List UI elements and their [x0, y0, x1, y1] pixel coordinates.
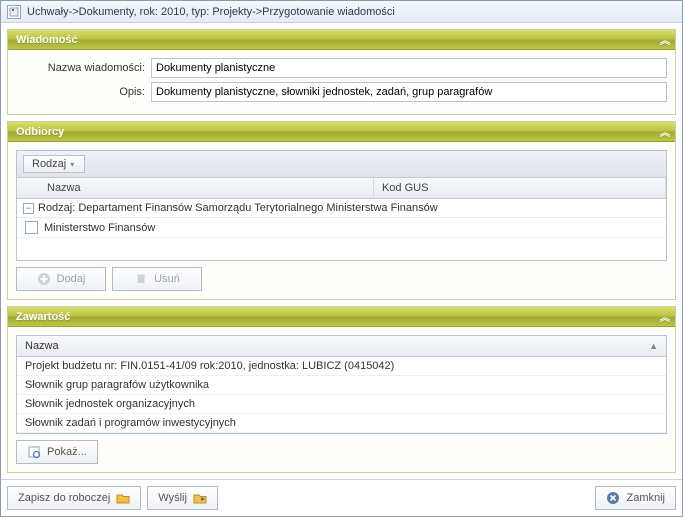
trash-icon	[134, 272, 148, 286]
input-nazwa[interactable]	[151, 58, 667, 78]
section-title: Zawartość	[16, 311, 70, 323]
plus-icon	[37, 272, 51, 286]
button-label: Zamknij	[626, 492, 665, 504]
collapse-icon: ︽	[660, 124, 667, 139]
button-label: Zapisz do roboczej	[18, 492, 110, 504]
col-header-gus[interactable]: Kod GUS	[374, 178, 666, 198]
list-item[interactable]: Słownik grup paragrafów użytkownika	[17, 376, 666, 395]
grid-group-row[interactable]: − Rodzaj: Departament Finansów Samorządu…	[17, 199, 666, 218]
col-header-nazwa: Nazwa	[25, 340, 59, 352]
input-opis[interactable]	[151, 82, 667, 102]
app-icon	[7, 5, 21, 19]
grid-header: Nazwa Kod GUS	[17, 178, 666, 199]
save-draft-button[interactable]: Zapisz do roboczej	[7, 486, 141, 510]
window-title: Uchwały->Dokumenty, rok: 2010, typ: Proj…	[27, 6, 395, 18]
send-button[interactable]: Wyślij	[147, 486, 218, 510]
button-label: Dodaj	[57, 273, 86, 285]
add-button[interactable]: Dodaj	[16, 267, 106, 291]
cell-gus	[374, 218, 666, 237]
button-label: Wyślij	[158, 492, 187, 504]
collapse-icon: ︽	[660, 309, 667, 324]
section-header-wiadomosc[interactable]: Wiadomość ︽	[8, 30, 675, 50]
section-header-odbiorcy[interactable]: Odbiorcy ︽	[8, 122, 675, 142]
list-header[interactable]: Nazwa ▲	[17, 336, 666, 357]
section-zawartosc: Zawartość ︽ Nazwa ▲ Projekt budżetu nr: …	[7, 306, 676, 473]
delete-button[interactable]: Usuń	[112, 267, 202, 291]
section-odbiorcy: Odbiorcy ︽ Rodzaj ▾ Nazwa Kod GUS	[7, 121, 676, 300]
close-icon	[606, 491, 620, 505]
table-row[interactable]: Ministerstwo Finansów	[17, 218, 666, 238]
titlebar: Uchwały->Dokumenty, rok: 2010, typ: Proj…	[1, 1, 682, 23]
col-header-nazwa[interactable]: Nazwa	[17, 178, 374, 198]
app-window: Uchwały->Dokumenty, rok: 2010, typ: Proj…	[0, 0, 683, 517]
group-label: Rodzaj: Departament Finansów Samorządu T…	[38, 202, 438, 214]
section-title: Odbiorcy	[16, 126, 64, 138]
label-nazwa: Nazwa wiadomości:	[16, 62, 151, 74]
list-item[interactable]: Projekt budżetu nr: FIN.0151-41/09 rok:2…	[17, 357, 666, 376]
footer-bar: Zapisz do roboczej Wyślij Zamknij	[1, 479, 682, 516]
show-button[interactable]: Pokaż...	[16, 440, 98, 464]
list-item[interactable]: Słownik jednostek organizacyjnych	[17, 395, 666, 414]
button-label: Pokaż...	[47, 446, 87, 458]
list-item[interactable]: Słownik zadań i programów inwestycyjnych	[17, 414, 666, 433]
chevron-down-icon: ▾	[70, 160, 74, 169]
sort-asc-icon[interactable]: ▲	[649, 341, 658, 351]
group-chip-rodzaj[interactable]: Rodzaj ▾	[23, 155, 85, 173]
chip-label: Rodzaj	[32, 158, 66, 170]
section-header-zawartosc[interactable]: Zawartość ︽	[8, 307, 675, 327]
row-checkbox[interactable]	[25, 221, 38, 234]
group-toggle-icon[interactable]: −	[23, 203, 34, 214]
folder-send-icon	[193, 491, 207, 505]
list-zawartosc: Nazwa ▲ Projekt budżetu nr: FIN.0151-41/…	[16, 335, 667, 434]
button-label: Usuń	[154, 273, 180, 285]
folder-save-icon	[116, 491, 130, 505]
cell-nazwa: Ministerstwo Finansów	[44, 222, 155, 234]
label-opis: Opis:	[16, 86, 151, 98]
collapse-icon: ︽	[660, 32, 667, 47]
section-title: Wiadomość	[16, 34, 78, 46]
close-button[interactable]: Zamknij	[595, 486, 676, 510]
preview-icon	[27, 445, 41, 459]
grid-group-bar: Rodzaj ▾	[17, 151, 666, 178]
grid-odbiorcy: Rodzaj ▾ Nazwa Kod GUS − Rodzaj: Departa…	[16, 150, 667, 261]
section-wiadomosc: Wiadomość ︽ Nazwa wiadomości: Opis:	[7, 29, 676, 115]
